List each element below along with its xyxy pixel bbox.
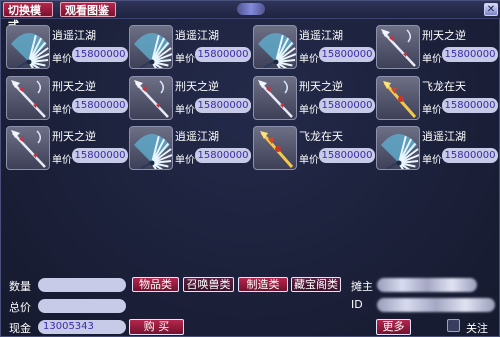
item-price: 15800000 [195,98,251,113]
category-treasure-button[interactable]: 藏宝阁类 [291,277,341,292]
id-label: ID [351,298,363,311]
price-label: 单价 [422,155,442,166]
item-price: 15800000 [319,47,375,62]
fan-icon[interactable] [376,126,420,170]
item-slot[interactable]: 飞龙在天单价 15800000 [253,126,375,170]
spear-icon[interactable] [253,76,297,120]
item-name: 刑天之逆 [52,130,96,143]
more-button[interactable]: 更多 [376,319,411,335]
item-price: 15800000 [195,47,251,62]
golden-spear-icon[interactable] [376,76,420,120]
spear-icon[interactable] [376,25,420,69]
item-name: 逍遥江湖 [299,29,343,42]
item-price: 15800000 [195,148,251,163]
fan-icon[interactable] [129,25,173,69]
price-label: 单价 [299,54,319,65]
follow-checkbox[interactable] [447,319,460,332]
item-slot[interactable]: 逍遥江湖单价 15800000 [129,126,251,170]
category-pets-button[interactable]: 召唤兽类 [183,277,234,292]
seller-label: 摊主 [351,280,373,293]
item-slot[interactable]: 刑天之逆单价 15800000 [6,76,128,120]
total-price-label: 总价 [9,301,31,314]
item-slot[interactable]: 刑天之逆单价 15800000 [376,25,498,69]
cash-label: 现金 [9,322,31,335]
fan-icon[interactable] [6,25,50,69]
item-slot[interactable]: 飞龙在天单价 15800000 [376,76,498,120]
title-bar: 切换模式 观看图鉴 ✕ [1,1,500,32]
item-slot[interactable]: 逍遥江湖单价 15800000 [376,126,498,170]
item-price: 15800000 [72,98,128,113]
price-label: 单价 [175,155,195,166]
item-slot[interactable]: 逍遥江湖单价 15800000 [253,25,375,69]
quantity-label: 数量 [9,280,31,293]
item-name: 刑天之逆 [299,80,343,93]
follow-label: 关注 [466,322,488,335]
switch-mode-button[interactable]: 切换模式 [3,2,53,32]
golden-spear-icon[interactable] [253,126,297,170]
item-price: 15800000 [442,98,498,113]
item-name: 刑天之逆 [422,29,466,42]
seller-field-redacted [377,278,477,292]
item-price: 15800000 [442,148,498,163]
spear-icon[interactable] [6,126,50,170]
item-price: 15800000 [72,148,128,163]
category-crafting-button[interactable]: 制造类 [238,277,288,292]
price-label: 单价 [299,155,319,166]
item-price: 15800000 [319,148,375,163]
view-catalog-button[interactable]: 观看图鉴 [60,2,116,17]
price-label: 单价 [175,54,195,65]
id-field-redacted [377,298,495,312]
item-slot[interactable]: 逍遥江湖单价 15800000 [6,25,128,69]
close-icon[interactable]: ✕ [484,3,498,16]
spear-icon[interactable] [129,76,173,120]
price-label: 单价 [422,105,442,116]
item-slot[interactable]: 刑天之逆单价 15800000 [129,76,251,120]
price-label: 单价 [52,54,72,65]
price-label: 单价 [52,155,72,166]
item-name: 飞龙在天 [299,130,343,143]
quantity-input[interactable] [38,278,126,292]
item-name: 逍遥江湖 [175,29,219,42]
item-name: 刑天之逆 [175,80,219,93]
item-price: 15800000 [72,47,128,62]
fan-icon[interactable] [129,126,173,170]
item-price: 15800000 [442,47,498,62]
price-label: 单价 [299,105,319,116]
buy-button[interactable]: 购 买 [129,319,184,335]
title-ornament [237,3,265,15]
fan-icon[interactable] [253,25,297,69]
item-name: 逍遥江湖 [175,130,219,143]
category-items-button[interactable]: 物品类 [132,277,179,292]
item-name: 逍遥江湖 [422,130,466,143]
item-slot[interactable]: 刑天之逆单价 15800000 [6,126,128,170]
price-label: 单价 [175,105,195,116]
item-name: 飞龙在天 [422,80,466,93]
item-price: 15800000 [319,98,375,113]
price-label: 单价 [422,54,442,65]
item-name: 刑天之逆 [52,80,96,93]
price-label: 单价 [52,105,72,116]
item-slot[interactable]: 逍遥江湖单价 15800000 [129,25,251,69]
total-price-field [38,299,126,313]
cash-field: 13005343 [38,320,126,334]
market-window: 切换模式 观看图鉴 ✕ 逍遥江湖单价15800000 逍遥江湖单价1580000… [0,0,500,337]
item-slot[interactable]: 刑天之逆单价 15800000 [253,76,375,120]
spear-icon[interactable] [6,76,50,120]
item-name: 逍遥江湖 [52,29,96,42]
